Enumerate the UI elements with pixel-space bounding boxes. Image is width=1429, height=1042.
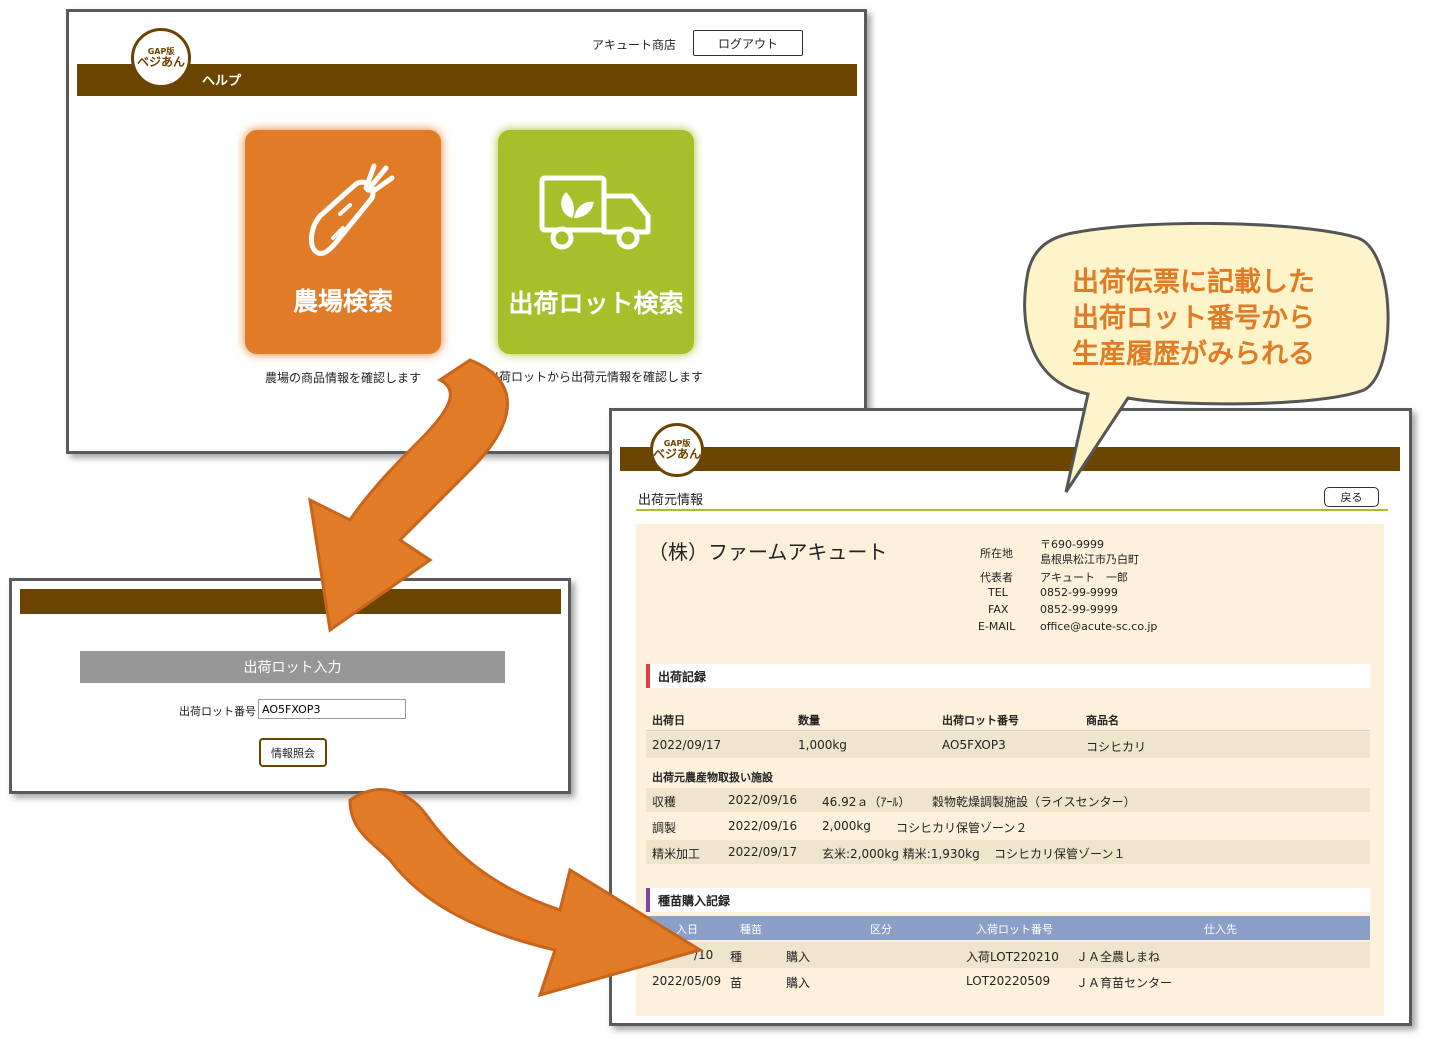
column-header: 仕入先	[1204, 923, 1237, 936]
column-header: 種苗	[740, 923, 762, 936]
lot-number-input[interactable]	[258, 699, 406, 719]
carrot-icon	[309, 163, 395, 256]
info-label: TEL	[988, 586, 1008, 599]
farm-search-label: 農場検索	[292, 287, 393, 316]
lot-search-label: 出荷ロット検索	[508, 289, 684, 318]
info-query-button[interactable]: 情報照会	[259, 738, 327, 767]
table-row: 2022/09/17 1,000kg AO5FXOP3 コシヒカリ	[646, 732, 1370, 758]
lot-input-window: 出荷ロット入力 出荷ロット番号 情報照会	[9, 578, 571, 794]
info-value: 0852-99-9999	[1040, 603, 1118, 616]
info-label: E-MAIL	[978, 620, 1016, 633]
seed-header-row: 入日 種苗 区分 入荷ロット番号 仕入先	[646, 916, 1370, 940]
seed-record-heading: 種苗購入記録	[646, 888, 1370, 912]
help-title: ヘルプ	[202, 74, 242, 89]
table-row: /10 種 購入 入荷LOT220210 ＪＡ全農しまね	[646, 942, 1370, 968]
logout-button[interactable]: ログアウト	[693, 30, 803, 56]
input-header-bar	[20, 589, 561, 614]
column-header: 出荷ロット番号	[942, 714, 1019, 727]
column-header: 商品名	[1086, 714, 1119, 727]
detail-app-logo: GAP版 ベジあん	[650, 423, 704, 477]
lot-search-tile[interactable]: 出荷ロット検索	[498, 130, 694, 354]
info-label: 代表者	[980, 571, 1013, 584]
table-row: 収穫 2022/09/16 46.92ａ（ｱｰﾙ） 穀物乾燥調製施設（ライスセン…	[646, 788, 1370, 812]
shipping-record-heading: 出荷記録	[646, 664, 1370, 688]
column-header: 入日	[676, 923, 698, 936]
callout-line: 出荷ロット番号から	[1072, 303, 1315, 334]
callout-text: 出荷伝票に記載した 出荷ロット番号から 生産履歴がみられる	[1072, 265, 1372, 373]
table-row: 精米加工 2022/09/17 玄米:2,000kg 精米:1,930kg コシ…	[646, 840, 1370, 864]
info-value: アキュート 一郎	[1040, 571, 1128, 584]
callout-line: 出荷伝票に記載した	[1072, 267, 1315, 298]
shipper-info-window: GAP版 ベジあん 出荷元情報 戻る （株）ファームアキュート 所在地 〒690…	[609, 408, 1412, 1026]
truck-icon	[539, 175, 651, 250]
info-value: 〒690-9999	[1040, 538, 1104, 551]
lot-input-panel-title: 出荷ロット入力	[80, 651, 505, 683]
detail-content-panel: （株）ファームアキュート 所在地 〒690-9999 島根県松江市乃白町 代表者…	[636, 524, 1384, 1016]
farm-search-tile[interactable]: 農場検索	[245, 130, 441, 354]
store-name: アキュート商店	[592, 38, 677, 52]
callout-line: 生産履歴がみられる	[1072, 339, 1315, 370]
lot-search-caption: 出荷ロットから出荷元情報を確認します	[487, 370, 704, 384]
lot-number-label: 出荷ロット番号	[179, 705, 256, 718]
app-logo: GAP版 ベジあん	[131, 28, 191, 88]
shipping-header-row: 出荷日 数量 出荷ロット番号 商品名	[646, 706, 1370, 731]
table-row: 調製 2022/09/16 2,000kg コシヒカリ保管ゾーン２	[652, 819, 1028, 835]
farm-search-caption: 農場の商品情報を確認します	[265, 371, 422, 385]
info-value: 0852-99-9999	[1040, 586, 1118, 599]
column-header: 入荷ロット番号	[976, 923, 1053, 936]
column-header: 区分	[870, 923, 892, 936]
table-row: 2022/05/09 苗 購入 LOT20220509 ＪＡ育苗センター	[652, 974, 1173, 990]
company-name: （株）ファームアキュート	[648, 540, 888, 564]
title-underline	[636, 509, 1388, 511]
help-window: GAP版 ベジあん ヘルプ アキュート商店 ログアウト 農場検索 農場の商品情報…	[66, 9, 867, 454]
info-value: 島根県松江市乃白町	[1040, 553, 1139, 566]
info-label: 所在地	[980, 547, 1013, 560]
column-header: 出荷日	[652, 714, 685, 727]
info-label: FAX	[988, 603, 1009, 616]
help-header-bar	[77, 64, 857, 96]
column-header: 数量	[798, 714, 820, 727]
facility-heading: 出荷元農産物取扱い施設	[652, 771, 773, 784]
info-value: office@acute-sc.co.jp	[1040, 620, 1158, 633]
page-title: 出荷元情報	[638, 493, 704, 508]
